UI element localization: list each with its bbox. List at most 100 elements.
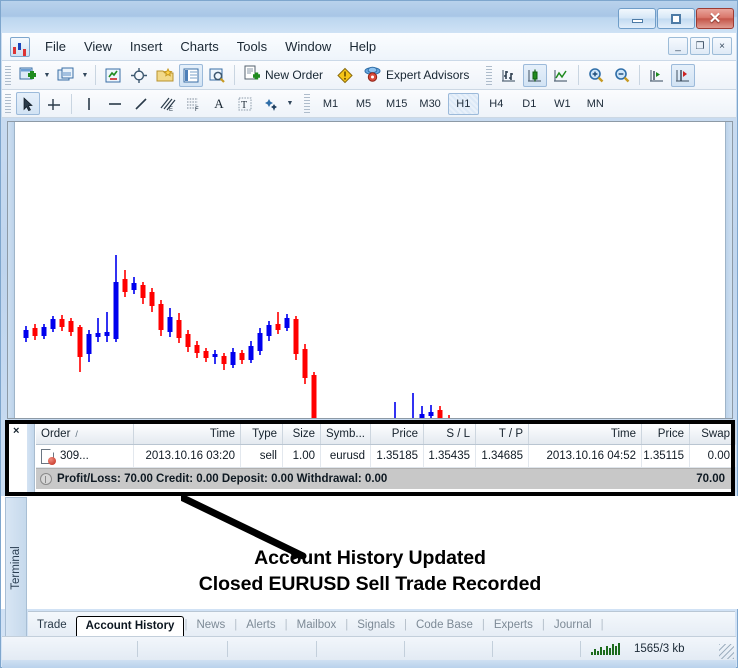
column-header-type[interactable]: Type xyxy=(241,424,283,444)
profiles-dropdown-chevron-down-icon[interactable]: ▼ xyxy=(79,64,91,87)
timeframe-m30[interactable]: M30 xyxy=(414,93,445,115)
column-header-swap[interactable]: Swap xyxy=(690,424,736,444)
text-label-icon[interactable]: T xyxy=(233,92,257,115)
candle xyxy=(420,406,425,418)
column-header-tp[interactable]: T / P xyxy=(476,424,529,444)
menu-item-insert[interactable]: Insert xyxy=(121,36,172,57)
shapes-dropdown-chevron-down-icon[interactable]: ▼ xyxy=(284,92,296,115)
chart-scrollbar-left[interactable] xyxy=(8,122,15,418)
column-header-sl[interactable]: S / L xyxy=(424,424,476,444)
table-row[interactable]: 309...2013.10.16 03:20sell1.00eurusd1.35… xyxy=(36,445,731,468)
mdi-minimize-button[interactable]: _ xyxy=(668,37,688,55)
horizontal-line-icon[interactable] xyxy=(103,92,127,115)
tab-alerts[interactable]: Alerts xyxy=(237,615,284,636)
connection-traffic-label: 1565/3 kb xyxy=(634,643,685,655)
signal-strength-icon xyxy=(591,643,620,655)
status-separator xyxy=(227,641,228,657)
market-watch-icon[interactable] xyxy=(101,64,125,87)
toolbar-grip[interactable] xyxy=(486,66,492,85)
metatrader-window: ✕ File View Insert Charts Tools Window H… xyxy=(0,0,738,668)
timeframe-h4[interactable]: H4 xyxy=(481,93,512,115)
vertical-line-icon[interactable] xyxy=(77,92,101,115)
crosshair-icon[interactable] xyxy=(42,92,66,115)
line-chart-icon[interactable] xyxy=(549,64,573,87)
fibonacci-icon[interactable]: F xyxy=(181,92,205,115)
column-header-label: S / L xyxy=(446,428,470,440)
tab-code-base[interactable]: Code Base xyxy=(407,615,482,636)
menu-item-charts[interactable]: Charts xyxy=(171,36,227,57)
tab-signals[interactable]: Signals xyxy=(348,615,404,636)
timeframe-m1[interactable]: M1 xyxy=(315,93,346,115)
resize-grip[interactable] xyxy=(719,644,734,659)
equidistant-channel-icon[interactable]: E xyxy=(155,92,179,115)
candle xyxy=(303,344,308,384)
chart-window[interactable] xyxy=(7,121,733,419)
column-header-time2[interactable]: Time xyxy=(529,424,642,444)
toolbar-separator xyxy=(95,65,96,85)
timeframe-w1[interactable]: W1 xyxy=(547,93,578,115)
menu-item-tools[interactable]: Tools xyxy=(228,36,276,57)
column-header-price1[interactable]: Price xyxy=(371,424,424,444)
tab-experts[interactable]: Experts xyxy=(485,615,542,636)
window-minimize-button[interactable] xyxy=(618,8,656,29)
timeframe-d1[interactable]: D1 xyxy=(514,93,545,115)
window-maximize-button[interactable] xyxy=(657,8,695,29)
toolbar-grip[interactable] xyxy=(5,94,11,113)
mdi-close-button[interactable]: × xyxy=(712,37,732,55)
expert-advisors-button[interactable]: Expert Advisors xyxy=(359,64,477,87)
timeframe-m15[interactable]: M15 xyxy=(381,93,412,115)
profiles-icon[interactable] xyxy=(54,64,78,87)
tab-mailbox[interactable]: Mailbox xyxy=(288,615,346,636)
menu-item-view[interactable]: View xyxy=(75,36,121,57)
crosshair-target-icon[interactable] xyxy=(127,64,151,87)
strategy-tester-icon[interactable] xyxy=(205,64,229,87)
zoom-out-icon[interactable] xyxy=(610,64,634,87)
tab-journal[interactable]: Journal xyxy=(545,615,601,636)
terminal-close-column: × xyxy=(9,424,27,492)
new-chart-icon[interactable] xyxy=(16,64,40,87)
text-icon[interactable]: A xyxy=(207,92,231,115)
candlestick-chart-icon[interactable] xyxy=(523,64,547,87)
summary-text: Profit/Loss: 70.00 Credit: 0.00 Deposit:… xyxy=(57,473,387,485)
column-header-size[interactable]: Size xyxy=(283,424,321,444)
column-header-symbol[interactable]: Symb... xyxy=(321,424,371,444)
chart-shift-icon[interactable] xyxy=(671,64,695,87)
column-header-price2[interactable]: Price xyxy=(642,424,690,444)
cursor-icon[interactable] xyxy=(16,92,40,115)
mdi-restore-button[interactable]: ❐ xyxy=(690,37,710,55)
column-header-order[interactable]: Order/ xyxy=(36,424,134,444)
shapes-icon[interactable] xyxy=(259,92,283,115)
toolbar-grip[interactable] xyxy=(304,94,310,113)
terminal-close-icon[interactable]: × xyxy=(13,426,19,437)
zoom-in-icon[interactable] xyxy=(584,64,608,87)
new-chart-dropdown-chevron-down-icon[interactable]: ▼ xyxy=(41,64,53,87)
timeframe-mn[interactable]: MN xyxy=(580,93,611,115)
toolbar-grip[interactable] xyxy=(5,66,11,85)
menu-item-window[interactable]: Window xyxy=(276,36,340,57)
terminal-icon[interactable] xyxy=(179,64,203,87)
candle xyxy=(276,312,281,334)
trendline-icon[interactable] xyxy=(129,92,153,115)
tab-account-history[interactable]: Account History xyxy=(76,616,185,637)
column-header-time1[interactable]: Time xyxy=(134,424,241,444)
timeframe-h1[interactable]: H1 xyxy=(448,93,479,115)
tab-news[interactable]: News xyxy=(187,615,234,636)
tab-trade[interactable]: Trade xyxy=(28,615,76,636)
chart-scrollbar-right[interactable] xyxy=(725,122,732,418)
annotation-line-1: Account History Updated xyxy=(1,546,738,572)
candle xyxy=(159,300,164,336)
new-order-button[interactable]: New Order xyxy=(240,64,331,87)
bar-chart-icon[interactable] xyxy=(497,64,521,87)
terminal-side-scrollbar[interactable] xyxy=(27,424,35,492)
terminal-vertical-tab[interactable]: Terminal xyxy=(5,497,27,639)
column-header-label: T / P xyxy=(499,428,523,440)
navigator-icon[interactable] xyxy=(153,64,177,87)
menu-item-help[interactable]: Help xyxy=(340,36,385,57)
app-logo-icon xyxy=(10,37,30,57)
alert-icon[interactable] xyxy=(333,64,357,87)
menu-item-file[interactable]: File xyxy=(36,36,75,57)
window-close-button[interactable]: ✕ xyxy=(696,8,734,29)
timeframe-m5[interactable]: M5 xyxy=(348,93,379,115)
auto-scroll-icon[interactable] xyxy=(645,64,669,87)
terminal-vertical-tab-label: Terminal xyxy=(10,546,22,589)
